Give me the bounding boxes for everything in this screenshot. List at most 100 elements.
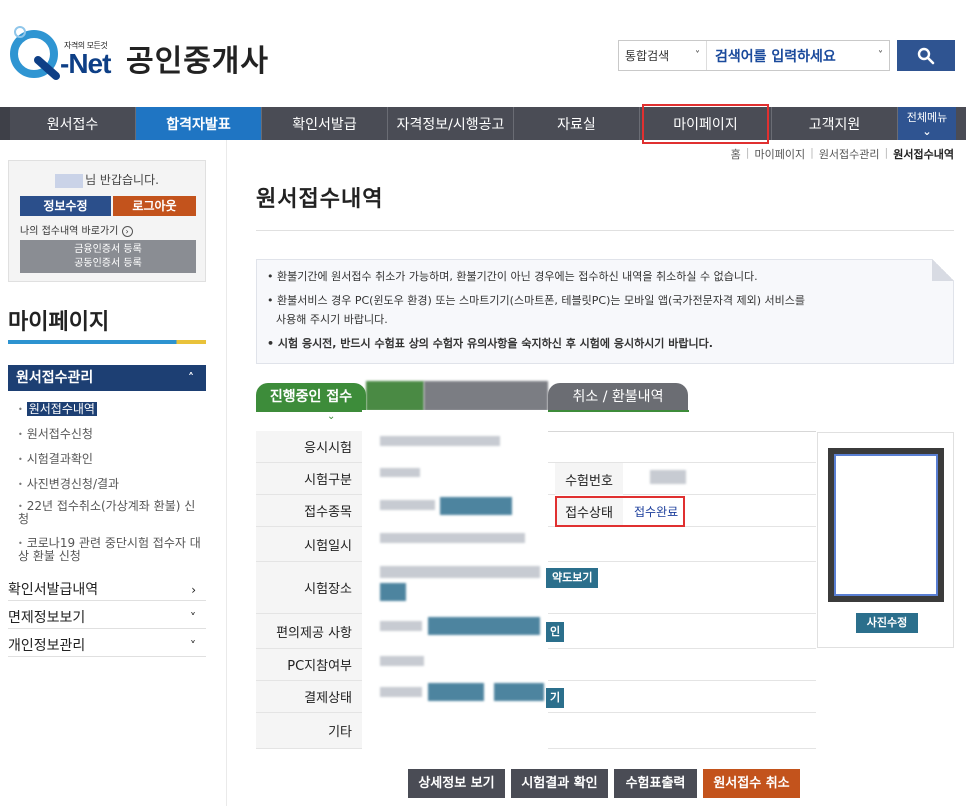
q-logo-icon bbox=[10, 26, 60, 80]
my-apply-link-label: 나의 접수내역 바로가기 bbox=[20, 226, 119, 237]
sidebar-divider bbox=[226, 140, 227, 806]
sidebar-menu-exemption[interactable]: 면제정보보기 ˅ bbox=[8, 607, 206, 629]
greeting: 님 반갑습니다. bbox=[9, 171, 205, 188]
redacted-area bbox=[424, 381, 548, 411]
tab-cancel-refund[interactable]: 취소 / 환불내역 bbox=[548, 383, 688, 411]
row-label: 시험구분 bbox=[256, 463, 362, 494]
cert-line-1: 금융인증서 등록 bbox=[74, 244, 142, 255]
nav-edge bbox=[0, 107, 10, 140]
redacted-value bbox=[380, 533, 525, 543]
redacted-value bbox=[380, 621, 422, 631]
chevron-down-icon: ˅ bbox=[190, 639, 196, 653]
row-label: 시험장소 bbox=[256, 562, 362, 613]
sidebar-item-apply-history[interactable]: • 원서접수내역 bbox=[18, 400, 97, 417]
search-placeholder: 검색어를 입력하세요 bbox=[715, 48, 836, 65]
my-apply-link[interactable]: 나의 접수내역 바로가기 › bbox=[20, 222, 133, 237]
qnet-logo[interactable]: 자격의 모든것 -Net 공인중개사 bbox=[8, 14, 278, 84]
sidebar-menu-certificate-history[interactable]: 확인서발급내역 › bbox=[8, 579, 206, 601]
breadcrumb-mypage[interactable]: 마이페이지 bbox=[754, 146, 805, 162]
sidebar-item-exam-result[interactable]: • 시험결과확인 bbox=[18, 450, 93, 467]
username-redacted bbox=[55, 173, 84, 188]
chevron-down-icon: ˅ bbox=[878, 50, 883, 61]
notice-box: • 환불기간에 원서접수 취소가 가능하며, 환불기간이 아닌 경우에는 접수하… bbox=[256, 259, 954, 364]
row-label: PC지참여부 bbox=[256, 649, 362, 680]
redacted-button bbox=[428, 683, 484, 701]
search-scope-select[interactable]: 통합검색 ˅ bbox=[619, 41, 707, 70]
row-label: 기타 bbox=[256, 713, 362, 748]
site-title: 공인중개사 bbox=[126, 44, 269, 79]
notice-3: • 시험 응시전, 반드시 수험표 상의 수험자 유의사항을 숙지하신 후 시험… bbox=[267, 337, 713, 350]
admission-ticket-button[interactable]: 수험표출력 bbox=[614, 769, 697, 798]
status-value: 접수완료 bbox=[634, 505, 679, 519]
nav-item-qualification-info[interactable]: 자격정보/시행공고 bbox=[388, 107, 514, 140]
sidebar-item-cancel-refund[interactable]: • 22년 접수취소(가상계좌 환불) 신청 bbox=[18, 500, 204, 526]
logo-brand: -Net bbox=[60, 48, 111, 79]
redacted-button bbox=[380, 583, 406, 601]
photo-panel: 사진수정 bbox=[817, 432, 954, 648]
sidebar-menu-label: 개인정보관리 bbox=[8, 638, 86, 654]
photo-redacted bbox=[834, 454, 938, 596]
search-input[interactable]: 검색어를 입력하세요 ˅ bbox=[707, 41, 889, 70]
detail-view-button[interactable]: 상세정보 보기 bbox=[408, 769, 505, 798]
redacted-area bbox=[366, 381, 424, 411]
nav-item-certificate[interactable]: 확인서발급 bbox=[262, 107, 388, 140]
login-box: 님 반갑습니다. 정보수정 로그아웃 나의 접수내역 바로가기 › 금융인증서 … bbox=[8, 160, 206, 282]
row-label: 접수종목 bbox=[256, 495, 362, 526]
map-view-button[interactable]: 약도보기 bbox=[546, 568, 599, 588]
sidebar-item-photo-change[interactable]: • 사진변경신청/결과 bbox=[18, 475, 119, 492]
cancel-application-button[interactable]: 원서접수 취소 bbox=[703, 769, 800, 798]
nav-item-library[interactable]: 자료실 bbox=[514, 107, 640, 140]
edit-info-button[interactable]: 정보수정 bbox=[20, 196, 111, 216]
exam-result-button[interactable]: 시험결과 확인 bbox=[511, 769, 608, 798]
logout-button[interactable]: 로그아웃 bbox=[113, 196, 196, 216]
applicant-photo bbox=[828, 448, 944, 602]
chevron-down-icon: ˅ bbox=[190, 611, 196, 625]
tab-in-progress[interactable]: 진행중인 접수 bbox=[256, 383, 366, 411]
photo-edit-button[interactable]: 사진수정 bbox=[856, 613, 918, 633]
cert-line-2: 공동인증서 등록 bbox=[74, 258, 142, 269]
certificate-register-button[interactable]: 금융인증서 등록 공동인증서 등록 bbox=[20, 240, 196, 273]
redacted-value bbox=[380, 436, 500, 446]
notice-2b: 사용해 주시기 바랍니다. bbox=[276, 313, 388, 326]
chevron-up-icon: ˄ bbox=[188, 371, 194, 385]
sidebar-title-bar bbox=[8, 340, 206, 344]
nav-item-mypage[interactable]: 마이페이지 bbox=[640, 104, 772, 144]
redacted-value bbox=[380, 500, 435, 510]
redacted-button bbox=[494, 683, 544, 701]
title-divider bbox=[256, 230, 954, 231]
redacted-button bbox=[440, 497, 512, 515]
sidebar-menu-personal-info[interactable]: 개인정보관리 ˅ bbox=[8, 635, 206, 657]
nav-item-support[interactable]: 고객지원 bbox=[772, 107, 898, 140]
redacted-value bbox=[380, 566, 540, 578]
chevron-right-circle-icon: › bbox=[121, 226, 133, 237]
page-title: 원서접수내역 bbox=[256, 187, 384, 212]
all-menu-button[interactable]: 전체메뉴 ⌄ bbox=[898, 107, 956, 140]
row-label: 결제상태 bbox=[256, 681, 362, 712]
chevron-down-icon: ⌄ bbox=[327, 411, 336, 422]
search-button[interactable] bbox=[897, 40, 955, 71]
search-scope-label: 통합검색 bbox=[625, 49, 670, 63]
payment-button[interactable]: 기 bbox=[546, 688, 565, 708]
nav-item-results[interactable]: 합격자발표 bbox=[136, 107, 262, 140]
row-label: 응시시험 bbox=[256, 431, 362, 462]
sidebar-menu-label: 면제정보보기 bbox=[8, 610, 86, 626]
breadcrumb-apply-manage[interactable]: 원서접수관리 bbox=[819, 146, 880, 162]
chevron-right-icon: › bbox=[191, 583, 196, 597]
search-box: 통합검색 ˅ 검색어를 입력하세요 ˅ bbox=[618, 40, 890, 71]
sidebar-section-apply-manage[interactable]: 원서접수관리 ˄ bbox=[8, 365, 206, 391]
greeting-text: 님 반갑습니다. bbox=[85, 173, 159, 187]
row-label: 편의제공 사항 bbox=[256, 614, 362, 648]
breadcrumb-home[interactable]: 홈 bbox=[731, 146, 741, 162]
sidebar-title: 마이페이지 bbox=[8, 310, 110, 335]
sidebar-item-apply-request[interactable]: • 원서접수신청 bbox=[18, 425, 93, 442]
page-fold-icon bbox=[932, 259, 954, 281]
breadcrumb-current: 원서접수내역 bbox=[893, 148, 954, 161]
exam-no-redacted bbox=[650, 470, 686, 484]
search-icon bbox=[917, 47, 935, 64]
redacted-button bbox=[428, 617, 540, 635]
nav-item-apply[interactable]: 원서접수 bbox=[10, 107, 136, 140]
sidebar-item-covid-refund[interactable]: • 코로나19 관련 중단시험 접수자 대상 환불 신청 bbox=[18, 537, 204, 563]
convenience-button[interactable]: 인 bbox=[546, 622, 565, 642]
sidebar-menu-label: 확인서발급내역 bbox=[8, 582, 99, 598]
exam-no-label: 수험번호 bbox=[555, 463, 623, 495]
